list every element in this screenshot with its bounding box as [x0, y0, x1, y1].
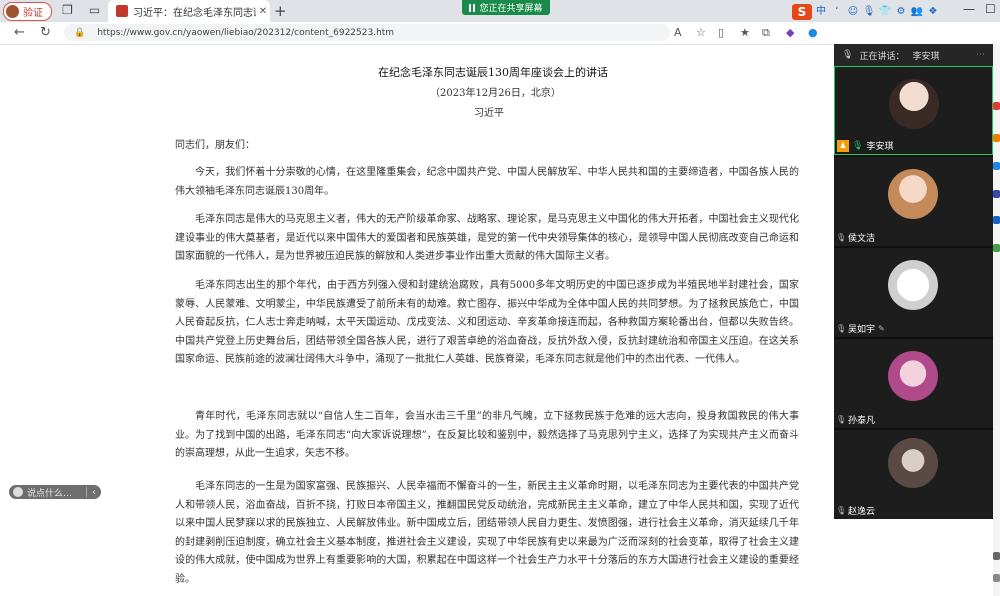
edge-sidebar-strip [993, 44, 1000, 596]
share-label: 您正在共享屏幕 [479, 4, 543, 14]
maximize-icon[interactable]: ☐ [985, 2, 996, 16]
reload-icon[interactable]: ↻ [40, 25, 51, 40]
participant-tile[interactable]: ♟ 🎙 李安琪 [834, 66, 993, 155]
new-tab-button[interactable]: + [274, 2, 287, 20]
browser-tab-bar: 验证 ❒ ▭ 习近平：在纪念毛泽东同志诞辰 ✕ + 您正在共享屏幕 S 中 ʻ … [0, 0, 1000, 22]
ime-mode-icon[interactable]: 中 [814, 5, 828, 19]
participant-name-row: 🎙 吴如宇 ✎ [836, 322, 887, 335]
sidebar-app-icon[interactable] [993, 134, 1000, 142]
participant-name-row: ♟ 🎙 李安琪 [837, 139, 893, 152]
ime-settings-icon[interactable]: ⚙ [894, 5, 908, 19]
profile-button[interactable]: 验证 [3, 2, 52, 21]
host-icon: ♟ [837, 139, 849, 152]
ime-skin-icon[interactable]: 👕 [878, 5, 892, 19]
paragraph: 毛泽东同志出生的那个年代，由于西方列强入侵和封建统治腐败，具有5000多年文明历… [175, 280, 799, 365]
tab-actions-icon[interactable]: ▭ [88, 4, 101, 17]
favorites-icon[interactable]: ★ [740, 26, 750, 39]
sidebar-app-icon[interactable] [993, 244, 1000, 252]
microphone-icon: 🎙 [842, 50, 854, 60]
participant-tile[interactable]: 🎙 侯文洁 [834, 157, 993, 246]
close-tab-icon[interactable]: ✕ [256, 6, 270, 17]
paragraph: 毛泽东同志的一生是为国家富强、民族振兴、人民幸福而不懈奋斗的一生，新民主主义革命… [175, 481, 799, 585]
sidebar-settings-icon[interactable] [993, 574, 1000, 582]
participant-name: 侯文洁 [848, 234, 876, 244]
chat-input[interactable]: 说点什么… ‹ [9, 485, 101, 499]
participant-name-row: 🎙 孙泰凡 [836, 413, 875, 426]
copilot-icon[interactable]: ● [808, 26, 818, 39]
split-screen-icon[interactable]: ▯ [718, 26, 724, 39]
ime-tools-icon[interactable]: ❖ [926, 5, 940, 19]
participant-name: 赵逸云 [848, 507, 876, 517]
participant-name-row: 🎙 赵逸云 [836, 504, 875, 517]
sidebar-app-icon[interactable] [993, 162, 1000, 170]
collections-icon[interactable]: ⧉ [762, 26, 770, 40]
ime-user-icon[interactable]: 👥 [910, 5, 924, 19]
sidebar-app-icon[interactable] [993, 190, 1000, 198]
participant-name: 李安琪 [866, 142, 894, 152]
paragraph: 毛泽东同志是伟大的马克思主义者，伟大的无产阶级革命家、战略家、理论家，是马克思主… [175, 214, 799, 262]
avatar [888, 260, 938, 310]
ime-emoji-icon[interactable]: ☺ [846, 5, 860, 19]
mic-muted-icon: 🎙 [836, 233, 847, 242]
chat-placeholder: 说点什么… [27, 488, 73, 499]
favorite-icon[interactable]: ☆ [696, 26, 706, 39]
read-aloud-icon[interactable]: A [674, 26, 682, 39]
screen-share-indicator[interactable]: 您正在共享屏幕 [462, 0, 550, 15]
sogou-logo-icon[interactable]: S [792, 4, 812, 20]
gov-favicon-icon [116, 5, 128, 17]
speaking-mic-icon: 🎙 [852, 140, 864, 151]
participant-name: 吴如宇 [848, 325, 876, 335]
sidebar-app-icon[interactable] [993, 216, 1000, 224]
participant-name: 孙泰凡 [848, 416, 876, 426]
lock-icon: 🔒 [74, 27, 86, 38]
mic-muted-icon: 🎙 [836, 324, 847, 333]
speaking-name: 李安琪 [912, 51, 940, 62]
ime-punct-icon[interactable]: ʻ [830, 5, 844, 19]
chevron-left-icon[interactable]: ‹ [87, 487, 101, 498]
minimize-icon[interactable]: — [963, 2, 975, 16]
url-text: https://www.gov.cn/yaowen/liebiao/202312… [97, 27, 395, 38]
paragraph: 青年时代，毛泽东同志就以“自信人生二百年，会当水击三千里”的非凡气魄，立下拯救民… [175, 411, 799, 459]
participant-tile[interactable]: 🎙 赵逸云 [834, 430, 993, 519]
article-content: 在纪念毛泽东同志诞辰130周年座谈会上的讲话 （2023年12月26日，北京） … [0, 44, 834, 596]
participant-tile[interactable]: 🎙 吴如宇 ✎ [834, 248, 993, 337]
avatar [889, 79, 939, 129]
back-icon[interactable]: ← [14, 25, 25, 40]
tab-title: 习近平：在纪念毛泽东同志诞辰 [133, 7, 256, 19]
tab-active[interactable]: 习近平：在纪念毛泽东同志诞辰 ✕ [108, 0, 270, 22]
video-meeting-panel: 🎙 正在讲话： 李安琪 ⋯ ♟ 🎙 李安琪 🎙 侯文洁 🎙 吴如宇 ✎ 🎙 孙泰… [834, 44, 993, 519]
mic-muted-icon: 🎙 [836, 415, 847, 424]
avatar [888, 169, 938, 219]
sidebar-app-icon[interactable] [993, 102, 1000, 110]
paragraph: 今天，我们怀着十分崇敬的心情，在这里隆重集会，纪念中国共产党、中国人民解放军、中… [175, 167, 799, 197]
speaking-label: 正在讲话： [859, 51, 905, 62]
meeting-header: 🎙 正在讲话： 李安琪 ⋯ [834, 44, 993, 66]
ime-toolbar: S 中 ʻ ☺ 🎙 👕 ⚙ 👥 ❖ [792, 4, 940, 20]
article-date: （2023年12月26日，北京） [430, 88, 561, 99]
edit-icon: ✎ [878, 324, 885, 333]
url-field[interactable]: 🔒 https://www.gov.cn/yaowen/liebiao/2023… [64, 24, 670, 41]
profile-label: 验证 [23, 8, 43, 19]
salutation: 同志们，朋友们： [175, 140, 255, 151]
participant-tile[interactable]: 🎙 孙泰凡 [834, 339, 993, 428]
address-bar-row: ← ↻ 🔒 https://www.gov.cn/yaowen/liebiao/… [0, 22, 834, 45]
chat-icon [13, 487, 23, 497]
ime-voice-icon[interactable]: 🎙 [862, 5, 876, 19]
extension-icon[interactable]: ◆ [786, 26, 794, 39]
more-icon[interactable]: ⋯ [976, 50, 985, 60]
article-author: 习近平 [474, 108, 504, 119]
page-title: 在纪念毛泽东同志诞辰130周年座谈会上的讲话 [378, 66, 608, 79]
mic-muted-icon: 🎙 [836, 506, 847, 515]
avatar [888, 351, 938, 401]
avatar [888, 438, 938, 488]
sidebar-settings-icon[interactable] [993, 552, 1000, 560]
pause-icon [469, 3, 476, 12]
avatar [6, 5, 19, 18]
participant-name-row: 🎙 侯文洁 [836, 231, 875, 244]
workspaces-icon[interactable]: ❒ [61, 4, 74, 17]
